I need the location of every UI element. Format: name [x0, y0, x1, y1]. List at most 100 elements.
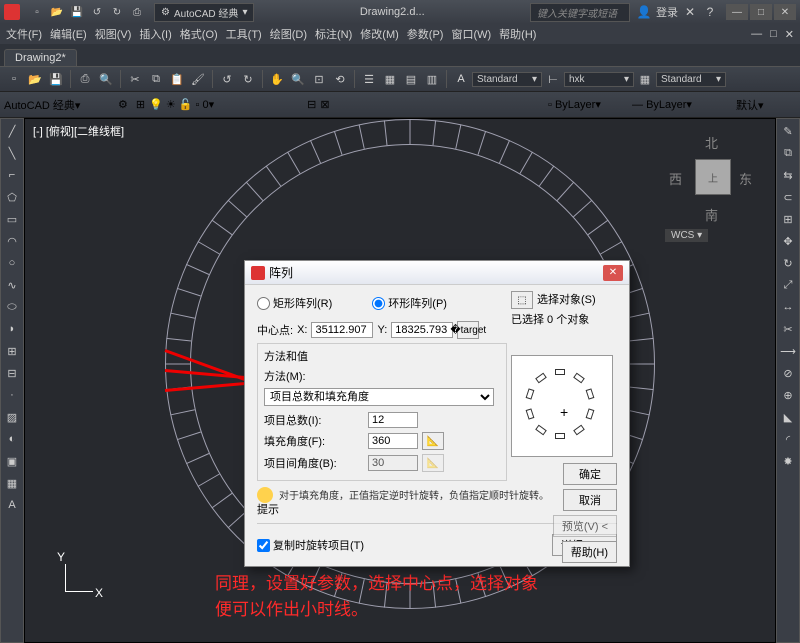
insert-block-icon[interactable]: ⊞: [2, 341, 22, 361]
fillet-tool-icon[interactable]: ◜: [778, 429, 798, 449]
menu-tools[interactable]: 工具(T): [226, 26, 262, 42]
tp-icon[interactable]: ▤: [401, 69, 421, 89]
color-combo[interactable]: ▫ ByLayer▾: [548, 98, 628, 111]
zoom-icon[interactable]: 🔍: [288, 69, 308, 89]
menu-format[interactable]: 格式(O): [180, 26, 218, 42]
menu-help[interactable]: 帮助(H): [499, 26, 536, 42]
rect-tool-icon[interactable]: ▭: [2, 209, 22, 229]
circle-tool-icon[interactable]: ○: [2, 253, 22, 273]
undo-icon[interactable]: ↺: [217, 69, 237, 89]
zoom-prev-icon[interactable]: ⟲: [330, 69, 350, 89]
center-x-input[interactable]: [311, 322, 373, 338]
menu-param[interactable]: 参数(P): [407, 26, 444, 42]
cut-icon[interactable]: ✂: [125, 69, 145, 89]
lineweight-combo[interactable]: 默认▾: [736, 97, 796, 113]
properties-icon[interactable]: ☰: [359, 69, 379, 89]
scale-tool-icon[interactable]: ⤢: [778, 275, 798, 295]
items-input[interactable]: [368, 412, 418, 428]
qat-print-icon[interactable]: ⎙: [128, 3, 146, 21]
navcube-north[interactable]: 北: [705, 133, 718, 152]
user-icon[interactable]: 👤: [636, 4, 652, 20]
table-style-combo[interactable]: Standard▾: [656, 72, 726, 87]
center-y-input[interactable]: [391, 322, 453, 338]
login-link[interactable]: 登录: [656, 4, 678, 20]
redo-icon[interactable]: ↻: [238, 69, 258, 89]
navcube-east[interactable]: 东: [739, 169, 752, 188]
new-icon[interactable]: ▫: [4, 69, 24, 89]
menu-draw[interactable]: 绘图(D): [270, 26, 307, 42]
search-input[interactable]: 键入关键字或短语: [530, 3, 630, 22]
open-icon[interactable]: 📂: [25, 69, 45, 89]
match-icon[interactable]: 🖌: [188, 69, 208, 89]
cancel-button[interactable]: 取消: [563, 489, 617, 511]
ellipse-arc-icon[interactable]: ◗: [2, 319, 22, 339]
dialog-close-button[interactable]: ✕: [603, 265, 623, 281]
qat-save-icon[interactable]: 💾: [68, 3, 86, 21]
layer-off-icon[interactable]: ⊠: [320, 98, 329, 111]
spline-tool-icon[interactable]: ∿: [2, 275, 22, 295]
copy-tool-icon[interactable]: ⧉: [778, 143, 798, 163]
fill-input[interactable]: [368, 433, 418, 449]
text-style-combo[interactable]: Standard▾: [472, 72, 542, 87]
make-block-icon[interactable]: ⊟: [2, 363, 22, 383]
menu-file[interactable]: 文件(F): [6, 26, 42, 42]
move-tool-icon[interactable]: ✥: [778, 231, 798, 251]
workspace-dropdown[interactable]: ⚙ AutoCAD 经典 ▾: [154, 3, 254, 22]
menu-window[interactable]: 窗口(W): [451, 26, 491, 42]
qat-new-icon[interactable]: ▫: [28, 3, 46, 21]
region-tool-icon[interactable]: ▣: [2, 451, 22, 471]
menu-view[interactable]: 视图(V): [95, 26, 132, 42]
doc-tab[interactable]: Drawing2*: [4, 49, 77, 66]
rotate-tool-icon[interactable]: ↻: [778, 253, 798, 273]
close-button[interactable]: ✕: [774, 4, 796, 20]
navcube-top[interactable]: 上: [695, 159, 731, 195]
mdi-restore[interactable]: □: [770, 28, 777, 40]
copy-icon[interactable]: ⧉: [146, 69, 166, 89]
menu-modify[interactable]: 修改(M): [360, 26, 399, 42]
pline-tool-icon[interactable]: ⌐: [2, 165, 22, 185]
polar-array-radio[interactable]: 环形阵列(P): [372, 295, 447, 311]
navcube-south[interactable]: 南: [705, 205, 718, 224]
xline-tool-icon[interactable]: ╲: [2, 143, 22, 163]
dim-style-combo[interactable]: hxk▾: [564, 72, 634, 87]
table-style-icon[interactable]: ▦: [635, 69, 655, 89]
pick-fill-button[interactable]: 📐: [422, 432, 444, 450]
mirror-tool-icon[interactable]: ⇆: [778, 165, 798, 185]
text-tool-icon[interactable]: A: [2, 495, 22, 515]
minimize-button[interactable]: —: [726, 4, 748, 20]
workspace-combo2[interactable]: AutoCAD 经典▾: [4, 97, 114, 113]
point-tool-icon[interactable]: ·: [2, 385, 22, 405]
pan-icon[interactable]: ✋: [267, 69, 287, 89]
preview-button[interactable]: 预览(V) <: [553, 515, 617, 537]
help-icon[interactable]: ?: [702, 4, 718, 20]
break-tool-icon[interactable]: ⊘: [778, 363, 798, 383]
line-tool-icon[interactable]: ╱: [2, 121, 22, 141]
erase-tool-icon[interactable]: ✎: [778, 121, 798, 141]
rotate-checkbox[interactable]: 复制时旋转项目(T): [257, 537, 364, 553]
join-tool-icon[interactable]: ⊕: [778, 385, 798, 405]
stretch-tool-icon[interactable]: ↔: [778, 297, 798, 317]
zoom-win-icon[interactable]: ⊡: [309, 69, 329, 89]
dc-icon[interactable]: ▦: [380, 69, 400, 89]
rect-array-radio[interactable]: 矩形阵列(R): [257, 295, 332, 311]
pick-center-button[interactable]: �target: [457, 321, 479, 339]
array-tool-icon[interactable]: ⊞: [778, 209, 798, 229]
explode-tool-icon[interactable]: ✸: [778, 451, 798, 471]
preview-icon[interactable]: 🔍: [96, 69, 116, 89]
trim-tool-icon[interactable]: ✂: [778, 319, 798, 339]
ellipse-tool-icon[interactable]: ⬭: [2, 297, 22, 317]
navcube-west[interactable]: 西: [669, 169, 682, 188]
wcs-dropdown[interactable]: WCS ▾: [665, 229, 708, 242]
ok-button[interactable]: 确定: [563, 463, 617, 485]
extend-tool-icon[interactable]: ⟶: [778, 341, 798, 361]
hatch-tool-icon[interactable]: ▨: [2, 407, 22, 427]
layer-iso-icon[interactable]: ⊟: [307, 98, 316, 111]
chamfer-tool-icon[interactable]: ◣: [778, 407, 798, 427]
view-cube[interactable]: 北 南 西 东 上 WCS ▾: [665, 129, 755, 249]
qat-undo-icon[interactable]: ↺: [88, 3, 106, 21]
viewport-label[interactable]: [-] [俯视][二维线框]: [33, 123, 124, 139]
arc-tool-icon[interactable]: ◠: [2, 231, 22, 251]
dialog-titlebar[interactable]: 阵列 ✕: [245, 261, 629, 285]
paste-icon[interactable]: 📋: [167, 69, 187, 89]
method-select[interactable]: 项目总数和填充角度: [264, 388, 494, 406]
